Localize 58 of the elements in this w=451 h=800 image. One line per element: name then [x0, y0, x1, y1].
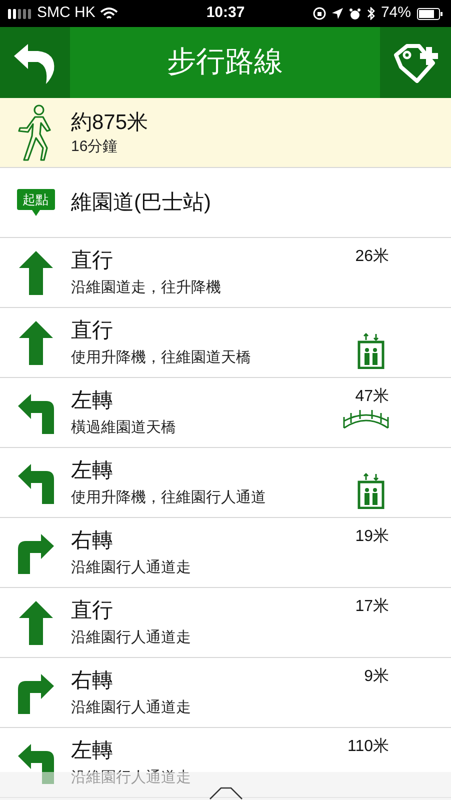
arrow-up-icon	[18, 250, 52, 294]
route-step[interactable]: 直行 使用升降機，往維園道天橋	[0, 308, 451, 378]
arrow-up-icon	[18, 320, 52, 364]
step-action: 直行	[71, 600, 114, 621]
step-detail: 沿維園行人通道走	[71, 770, 192, 785]
step-detail: 使用升降機，往維園道天橋	[71, 350, 252, 365]
step-detail: 沿維園行人通道走	[71, 630, 192, 645]
turn-left-arrow-icon	[18, 392, 54, 434]
add-tag-button[interactable]	[380, 27, 451, 98]
battery-percent: 74%	[380, 3, 411, 24]
route-step[interactable]: 右轉 沿維園行人通道走 9米	[0, 658, 451, 728]
clock-time: 10:37	[206, 3, 245, 24]
step-distance: 26米	[355, 249, 389, 265]
turn-left-arrow-icon	[18, 742, 54, 784]
step-action: 左轉	[71, 740, 114, 761]
route-step[interactable]: 左轉 使用升降機，往維園行人通道	[0, 448, 451, 518]
bluetooth-icon	[366, 7, 375, 20]
step-action: 直行	[71, 320, 114, 341]
step-detail: 沿維園行人通道走	[71, 560, 192, 575]
elevator-icon	[357, 333, 385, 369]
route-step[interactable]: 左轉 橫過維園道天橋 47米	[0, 378, 451, 448]
carrier-name: SMC HK	[37, 3, 96, 24]
step-action: 左轉	[71, 390, 114, 411]
step-detail: 橫過維園道天橋	[71, 420, 177, 435]
step-action: 直行	[71, 250, 114, 271]
step-distance: 110米	[347, 739, 389, 755]
signal-icon	[8, 8, 32, 18]
turn-left-arrow-icon	[18, 462, 54, 504]
route-step[interactable]: 右轉 沿維園行人通道走 19米	[0, 518, 451, 588]
step-distance: 17米	[355, 599, 389, 615]
turn-right-arrow-icon	[18, 532, 54, 574]
bridge-icon	[343, 409, 389, 429]
start-location: 維園道(巴士站)	[71, 190, 211, 216]
header-title: 步行路線	[166, 44, 284, 80]
route-step[interactable]: 直行 沿維園行人通道走 17米	[0, 588, 451, 658]
rotation-lock-icon	[312, 7, 326, 20]
route-step[interactable]: 直行 沿維園道走，往升降機 26米	[0, 238, 451, 308]
step-distance: 9米	[364, 669, 389, 685]
back-button[interactable]	[0, 27, 70, 98]
step-detail: 沿維園行人通道走	[71, 700, 192, 715]
route-distance: 約875米	[71, 112, 148, 132]
turn-right-arrow-icon	[18, 672, 54, 714]
chevron-up-icon	[208, 786, 242, 800]
route-duration: 16分鐘	[71, 138, 119, 154]
step-distance: 19米	[355, 529, 389, 545]
step-detail: 沿維園道走，往升降機	[71, 280, 222, 295]
step-action: 右轉	[71, 530, 114, 551]
step-distance: 47米	[355, 389, 389, 405]
route-step[interactable]: 左轉 沿維園行人通道走 110米	[0, 728, 451, 798]
location-icon	[332, 8, 343, 19]
battery-icon	[417, 8, 443, 20]
elevator-icon	[357, 473, 385, 509]
tag-plus-icon	[392, 42, 438, 82]
step-detail: 使用升降機，往維園行人通道	[71, 490, 267, 505]
step-action: 左轉	[71, 460, 114, 481]
arrow-up-icon	[18, 600, 52, 644]
wifi-icon	[100, 7, 118, 20]
step-action: 右轉	[71, 670, 114, 691]
